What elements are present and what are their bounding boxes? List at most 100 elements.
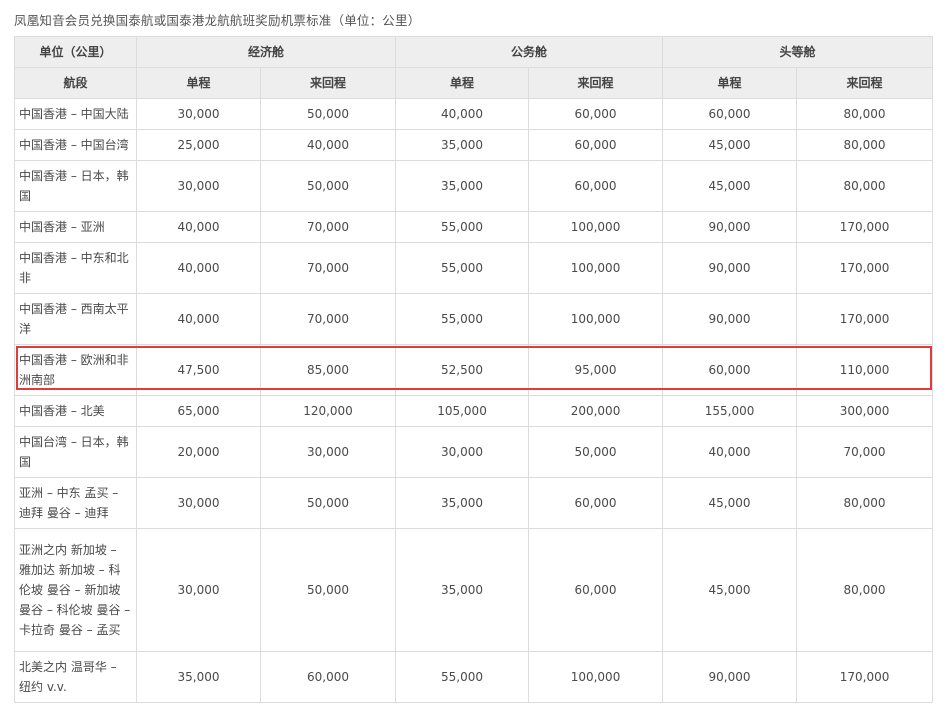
table-row: 亚洲之内 新加坡 – 雅加达 新加坡 – 科伦坡 曼谷 – 新加坡 曼谷 – 科… [14,528,934,652]
first-one-way-cell: 90,000 [662,211,798,243]
first-one-way-cell: 90,000 [662,651,798,703]
economy-round-trip-cell: 50,000 [259,98,397,130]
route-cell: 中国香港 – 亚洲 [14,211,137,243]
business-round-trip-cell: 60,000 [528,528,664,652]
route-cell: 亚洲之内 新加坡 – 雅加达 新加坡 – 科伦坡 曼谷 – 新加坡 曼谷 – 科… [14,528,137,652]
first-round-trip-cell: 170,000 [796,651,934,703]
header-first-one-way: 单程 [662,67,798,99]
business-round-trip-cell: 100,000 [528,211,664,243]
economy-one-way-cell: 30,000 [136,477,261,529]
route-cell: 北美之内 温哥华 – 纽约 v.v. [14,651,137,703]
economy-one-way-cell: 35,000 [136,651,261,703]
business-one-way-cell: 55,000 [395,651,530,703]
table-row: 中国台湾 – 日本，韩国 20,000 30,000 30,000 50,000 40,0… [14,426,934,478]
business-round-trip-cell: 50,000 [528,426,664,478]
first-round-trip-cell: 80,000 [796,98,934,130]
economy-one-way-cell: 30,000 [136,160,261,212]
table-row: 中国香港 – 北美 65,000 120,000 105,000 200,000 155,… [14,395,934,427]
table-row: 中国香港 – 中东和北非 40,000 70,000 55,000 100,000 90,… [14,242,934,294]
business-round-trip-cell: 100,000 [528,293,664,345]
first-round-trip-cell: 80,000 [796,129,934,161]
table-row: 中国香港 – 亚洲 40,000 70,000 55,000 100,000 90,000… [14,211,934,243]
route-cell: 中国香港 – 北美 [14,395,137,427]
route-cell: 中国香港 – 中国大陆 [14,98,137,130]
first-round-trip-cell: 170,000 [796,211,934,243]
route-cell: 中国香港 – 欧洲和非洲南部 [14,344,137,396]
business-one-way-cell: 35,000 [395,160,530,212]
business-round-trip-cell: 60,000 [528,477,664,529]
first-one-way-cell: 45,000 [662,160,798,212]
route-cell: 亚洲 – 中东 孟买 – 迪拜 曼谷 – 迪拜 [14,477,137,529]
economy-one-way-cell: 30,000 [136,98,261,130]
route-cell: 中国台湾 – 日本，韩国 [14,426,137,478]
table-caption: 凤凰知音会员兑换国泰航或国泰港龙航航班奖励机票标准（单位：公里） [14,13,421,28]
economy-round-trip-cell: 70,000 [259,211,397,243]
economy-round-trip-cell: 60,000 [259,651,397,703]
first-one-way-cell: 45,000 [662,528,798,652]
business-one-way-cell: 55,000 [395,293,530,345]
economy-one-way-cell: 65,000 [136,395,261,427]
business-one-way-cell: 30,000 [395,426,530,478]
business-one-way-cell: 52,500 [395,344,530,396]
economy-round-trip-cell: 120,000 [259,395,397,427]
first-round-trip-cell: 80,000 [796,160,934,212]
first-round-trip-cell: 110,000 [796,344,934,396]
route-cell: 中国香港 – 中东和北非 [14,242,137,294]
business-one-way-cell: 55,000 [395,211,530,243]
business-one-way-cell: 35,000 [395,528,530,652]
table-row: 北美之内 温哥华 – 纽约 v.v. 35,000 60,000 55,000 100,… [14,651,934,703]
economy-round-trip-cell: 70,000 [259,242,397,294]
header-row-trip-types: 航段 单程 来回程 单程 来回程 单程 来回程 [14,67,934,99]
business-round-trip-cell: 60,000 [528,129,664,161]
business-one-way-cell: 105,000 [395,395,530,427]
economy-one-way-cell: 47,500 [136,344,261,396]
header-economy-round-trip: 来回程 [259,67,397,99]
first-one-way-cell: 60,000 [662,98,798,130]
economy-round-trip-cell: 40,000 [259,129,397,161]
business-round-trip-cell: 100,000 [528,242,664,294]
first-round-trip-cell: 300,000 [796,395,934,427]
header-economy-one-way: 单程 [136,67,261,99]
route-cell: 中国香港 – 中国台湾 [14,129,137,161]
first-round-trip-cell: 70,000 [796,426,934,478]
header-business-one-way: 单程 [395,67,530,99]
economy-one-way-cell: 40,000 [136,242,261,294]
table-row: 中国香港 – 中国台湾 25,000 40,000 35,000 60,000 45,00… [14,129,934,161]
first-one-way-cell: 45,000 [662,477,798,529]
header-row-cabins: 单位（公里） 经济舱 公务舱 头等舱 [14,36,934,68]
economy-round-trip-cell: 50,000 [259,528,397,652]
business-one-way-cell: 55,000 [395,242,530,294]
first-round-trip-cell: 80,000 [796,528,934,652]
table-body: 中国香港 – 中国大陆 30,000 50,000 40,000 60,000 60,00… [14,98,934,703]
economy-one-way-cell: 20,000 [136,426,261,478]
header-business: 公务舱 [395,36,664,68]
table-header: 单位（公里） 经济舱 公务舱 头等舱 航段 单程 来回程 单程 来回程 单程 来… [14,36,934,99]
business-round-trip-cell: 60,000 [528,98,664,130]
business-one-way-cell: 35,000 [395,129,530,161]
header-business-round-trip: 来回程 [528,67,664,99]
business-round-trip-cell: 95,000 [528,344,664,396]
economy-round-trip-cell: 70,000 [259,293,397,345]
economy-one-way-cell: 40,000 [136,211,261,243]
route-cell: 中国香港 – 日本，韩国 [14,160,137,212]
award-chart-table: 单位（公里） 经济舱 公务舱 头等舱 航段 单程 来回程 单程 来回程 单程 来… [14,36,934,703]
first-round-trip-cell: 170,000 [796,293,934,345]
economy-round-trip-cell: 50,000 [259,477,397,529]
business-round-trip-cell: 60,000 [528,160,664,212]
economy-one-way-cell: 30,000 [136,528,261,652]
economy-round-trip-cell: 30,000 [259,426,397,478]
economy-one-way-cell: 40,000 [136,293,261,345]
first-one-way-cell: 45,000 [662,129,798,161]
economy-one-way-cell: 25,000 [136,129,261,161]
header-segment: 航段 [14,67,137,99]
table-row: 中国香港 – 西南太平洋 40,000 70,000 55,000 100,000 90,… [14,293,934,345]
first-one-way-cell: 90,000 [662,293,798,345]
economy-round-trip-cell: 85,000 [259,344,397,396]
business-one-way-cell: 35,000 [395,477,530,529]
business-round-trip-cell: 100,000 [528,651,664,703]
table-row: 中国香港 – 日本，韩国 30,000 50,000 35,000 60,000 45,0… [14,160,934,212]
first-round-trip-cell: 170,000 [796,242,934,294]
table-row: 亚洲 – 中东 孟买 – 迪拜 曼谷 – 迪拜 30,000 50,000 35,00… [14,477,934,529]
route-cell: 中国香港 – 西南太平洋 [14,293,137,345]
header-unit: 单位（公里） [14,36,137,68]
